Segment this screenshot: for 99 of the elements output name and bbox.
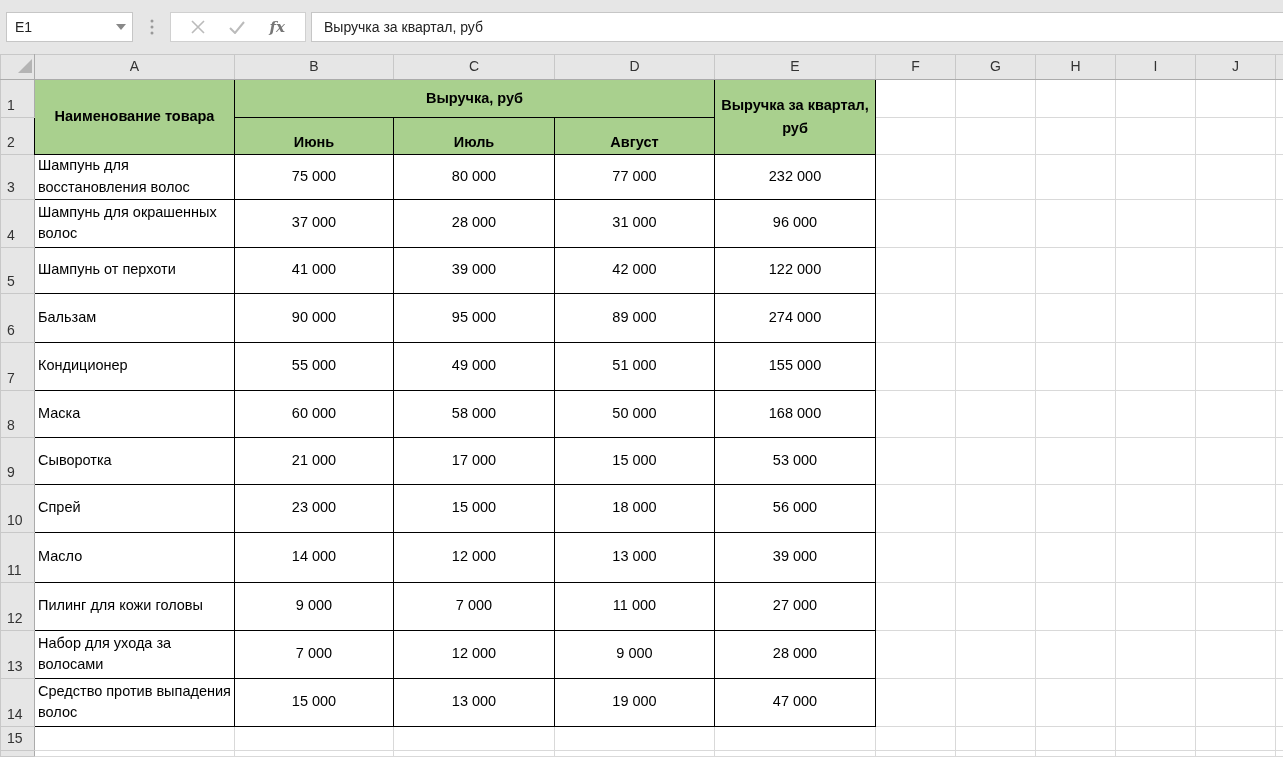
table-cell: Шампунь от перхоти: [34, 247, 235, 294]
table-cell: 42 000: [554, 247, 715, 294]
table-cell: 80 000: [393, 154, 555, 200]
row-header[interactable]: 14: [0, 678, 35, 727]
table-cell: 47 000: [714, 678, 876, 727]
table-cell: 168 000: [714, 390, 876, 438]
table-cell: 13 000: [393, 678, 555, 727]
select-all-icon[interactable]: [18, 59, 32, 74]
table-cell: 23 000: [234, 484, 394, 533]
table-cell: 9 000: [554, 630, 715, 679]
table-cell: 41 000: [234, 247, 394, 294]
row-header[interactable]: 8: [0, 390, 35, 438]
column-header[interactable]: F: [875, 54, 956, 80]
table-cell: 51 000: [554, 342, 715, 391]
table-cell: Бальзам: [34, 293, 235, 343]
column-header[interactable]: J: [1195, 54, 1276, 80]
table-cell: 28 000: [714, 630, 876, 679]
table-cell: Шампунь для окрашенных волос: [34, 199, 235, 248]
cancel-icon[interactable]: [191, 20, 206, 34]
formula-field[interactable]: Выручка за квартал, руб: [311, 12, 1283, 42]
table-cell: 53 000: [714, 437, 876, 485]
table-cell: Пилинг для кожи головы: [34, 582, 235, 631]
table-cell: Спрей: [34, 484, 235, 533]
table-header-cell: Выручка за квартал, руб: [714, 79, 876, 155]
row-header[interactable]: 3: [0, 154, 35, 200]
table-cell: 50 000: [554, 390, 715, 438]
table-cell: 31 000: [554, 199, 715, 248]
table-cell: 95 000: [393, 293, 555, 343]
dropdown-caret-icon: [116, 24, 126, 30]
table-cell: 12 000: [393, 532, 555, 583]
table-cell: 18 000: [554, 484, 715, 533]
table-cell: 19 000: [554, 678, 715, 727]
column-header[interactable]: C: [393, 54, 555, 80]
row-header[interactable]: 4: [0, 199, 35, 248]
name-box[interactable]: E1: [6, 12, 133, 42]
table-cell: 39 000: [393, 247, 555, 294]
row-header[interactable]: 12: [0, 582, 35, 631]
table-cell: 90 000: [234, 293, 394, 343]
table-cell: 274 000: [714, 293, 876, 343]
table-header-cell: Выручка, руб: [234, 79, 715, 118]
table-cell: 7 000: [234, 630, 394, 679]
column-header[interactable]: G: [955, 54, 1036, 80]
column-header[interactable]: E: [714, 54, 876, 80]
table-cell: Маска: [34, 390, 235, 438]
table-cell: 27 000: [714, 582, 876, 631]
drag-handle-icon[interactable]: [149, 19, 154, 35]
table-cell: 55 000: [234, 342, 394, 391]
table-cell: 9 000: [234, 582, 394, 631]
table-cell: 96 000: [714, 199, 876, 248]
row-header[interactable]: 10: [0, 484, 35, 533]
table-header-cell: Наименование товара: [34, 79, 235, 155]
row-header[interactable]: 15: [0, 726, 35, 751]
table-cell: 89 000: [554, 293, 715, 343]
table-cell: Масло: [34, 532, 235, 583]
table-cell: 122 000: [714, 247, 876, 294]
table-cell: 15 000: [554, 437, 715, 485]
table-cell: 49 000: [393, 342, 555, 391]
column-header[interactable]: D: [554, 54, 715, 80]
table-cell: 13 000: [554, 532, 715, 583]
table-cell: 12 000: [393, 630, 555, 679]
table-cell: 60 000: [234, 390, 394, 438]
row-header[interactable]: 5: [0, 247, 35, 294]
row-header[interactable]: 6: [0, 293, 35, 343]
column-header[interactable]: H: [1035, 54, 1116, 80]
table-cell: 39 000: [714, 532, 876, 583]
table-cell: 17 000: [393, 437, 555, 485]
row-header[interactable]: 9: [0, 437, 35, 485]
table-cell: 11 000: [554, 582, 715, 631]
table-cell: Набор для ухода за волосами: [34, 630, 235, 679]
table-cell: 58 000: [393, 390, 555, 438]
table-cell: 37 000: [234, 199, 394, 248]
column-header[interactable]: I: [1115, 54, 1196, 80]
table-cell: 75 000: [234, 154, 394, 200]
table-cell: Шампунь для восстановления волос: [34, 154, 235, 200]
table-header-cell: Август: [554, 117, 715, 155]
table-cell: 15 000: [393, 484, 555, 533]
table-cell: 232 000: [714, 154, 876, 200]
table-cell: 28 000: [393, 199, 555, 248]
row-header[interactable]: 1: [0, 79, 35, 118]
check-icon[interactable]: [229, 20, 246, 34]
table-cell: Средство против выпадения волос: [34, 678, 235, 727]
row-header[interactable]: 11: [0, 532, 35, 583]
table-cell: Сыворотка: [34, 437, 235, 485]
table-header-cell: Июль: [393, 117, 555, 155]
row-header[interactable]: 2: [0, 117, 35, 155]
table-cell: Кондиционер: [34, 342, 235, 391]
table-cell: 7 000: [393, 582, 555, 631]
insert-function-button[interactable]: fx: [269, 15, 285, 39]
table-cell: 14 000: [234, 532, 394, 583]
table-cell: 21 000: [234, 437, 394, 485]
column-header[interactable]: B: [234, 54, 394, 80]
table-cell: 77 000: [554, 154, 715, 200]
table-cell: 15 000: [234, 678, 394, 727]
table-header-cell: Июнь: [234, 117, 394, 155]
row-header[interactable]: 13: [0, 630, 35, 679]
row-header[interactable]: 7: [0, 342, 35, 391]
column-header[interactable]: A: [34, 54, 235, 80]
table-cell: 155 000: [714, 342, 876, 391]
table-cell: 56 000: [714, 484, 876, 533]
